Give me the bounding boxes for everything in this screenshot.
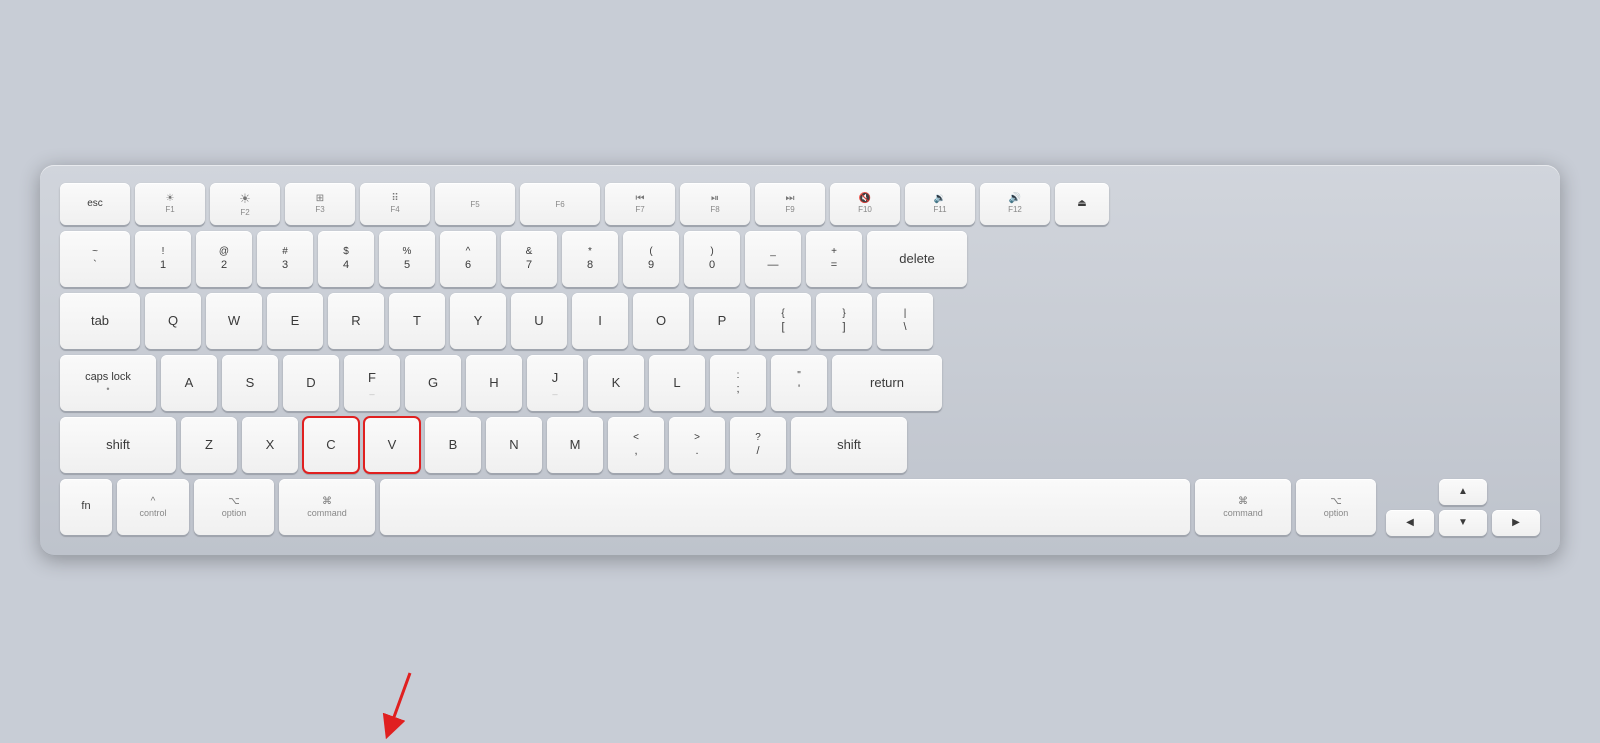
key-o[interactable]: O xyxy=(633,293,689,349)
key-e[interactable]: E xyxy=(267,293,323,349)
key-3[interactable]: # 3 xyxy=(257,231,313,287)
key-slash[interactable]: ? / xyxy=(730,417,786,473)
key-minus[interactable]: _ — xyxy=(745,231,801,287)
qwerty-row: tab Q W E R T Y U I O P { [ } ] | \ xyxy=(60,293,1540,349)
key-1[interactable]: ! 1 xyxy=(135,231,191,287)
key-period[interactable]: > . xyxy=(669,417,725,473)
key-6[interactable]: ^ 6 xyxy=(440,231,496,287)
key-rbrace[interactable]: } ] xyxy=(816,293,872,349)
key-shift-left[interactable]: shift xyxy=(60,417,176,473)
key-a[interactable]: A xyxy=(161,355,217,411)
key-control[interactable]: ^ control xyxy=(117,479,189,535)
fn-row: esc ☀ F1 ☀ F2 ⊞ F3 ⠿ F4 F5 F6 ⏮ F7 ⏯ xyxy=(60,183,1540,225)
key-r[interactable]: R xyxy=(328,293,384,349)
key-tab[interactable]: tab xyxy=(60,293,140,349)
key-f11[interactable]: 🔉 F11 xyxy=(905,183,975,225)
key-f10[interactable]: 🔇 F10 xyxy=(830,183,900,225)
key-z[interactable]: Z xyxy=(181,417,237,473)
key-f5[interactable]: F5 xyxy=(435,183,515,225)
key-command-left[interactable]: ⌘ command xyxy=(279,479,375,535)
key-p[interactable]: P xyxy=(694,293,750,349)
key-esc[interactable]: esc xyxy=(60,183,130,225)
key-i[interactable]: I xyxy=(572,293,628,349)
key-l[interactable]: L xyxy=(649,355,705,411)
bottom-row: fn ^ control ⌥ option ⌘ command ⌘ comman… xyxy=(60,479,1540,536)
key-f12[interactable]: 🔊 F12 xyxy=(980,183,1050,225)
key-arrow-up[interactable]: ▲ xyxy=(1439,479,1487,505)
key-g[interactable]: G xyxy=(405,355,461,411)
key-option-left[interactable]: ⌥ option xyxy=(194,479,274,535)
key-s[interactable]: S xyxy=(222,355,278,411)
key-space[interactable] xyxy=(380,479,1190,535)
key-arrow-left[interactable]: ◀ xyxy=(1386,510,1434,536)
key-b[interactable]: B xyxy=(425,417,481,473)
key-f7[interactable]: ⏮ F7 xyxy=(605,183,675,225)
zxcv-row: shift Z X C V B N M < , > . ? / shift xyxy=(60,417,1540,473)
key-m[interactable]: M xyxy=(547,417,603,473)
key-arrow-right[interactable]: ▶ xyxy=(1492,510,1540,536)
arrow-indicator xyxy=(380,663,450,743)
key-eject[interactable]: ⏏ xyxy=(1055,183,1109,225)
key-k[interactable]: K xyxy=(588,355,644,411)
key-delete[interactable]: delete xyxy=(867,231,967,287)
key-j[interactable]: J _ xyxy=(527,355,583,411)
key-shift-right[interactable]: shift xyxy=(791,417,907,473)
key-f3[interactable]: ⊞ F3 xyxy=(285,183,355,225)
key-x[interactable]: X xyxy=(242,417,298,473)
key-f1[interactable]: ☀ F1 xyxy=(135,183,205,225)
key-2[interactable]: @ 2 xyxy=(196,231,252,287)
key-equals[interactable]: + = xyxy=(806,231,862,287)
key-9[interactable]: ( 9 xyxy=(623,231,679,287)
key-tilde[interactable]: ~ ` xyxy=(60,231,130,287)
key-h[interactable]: H xyxy=(466,355,522,411)
key-fn[interactable]: fn xyxy=(60,479,112,535)
key-f4[interactable]: ⠿ F4 xyxy=(360,183,430,225)
key-t[interactable]: T xyxy=(389,293,445,349)
key-q[interactable]: Q xyxy=(145,293,201,349)
key-8[interactable]: * 8 xyxy=(562,231,618,287)
key-d[interactable]: D xyxy=(283,355,339,411)
key-f6[interactable]: F6 xyxy=(520,183,600,225)
asdf-row: caps lock • A S D F _ G H J _ K L : ; " … xyxy=(60,355,1540,411)
key-backslash[interactable]: | \ xyxy=(877,293,933,349)
key-u[interactable]: U xyxy=(511,293,567,349)
key-command-right[interactable]: ⌘ command xyxy=(1195,479,1291,535)
number-row: ~ ` ! 1 @ 2 # 3 $ 4 % 5 ^ 6 & 7 xyxy=(60,231,1540,287)
key-f[interactable]: F _ xyxy=(344,355,400,411)
key-semicolon[interactable]: : ; xyxy=(710,355,766,411)
key-capslock[interactable]: caps lock • xyxy=(60,355,156,411)
key-f2[interactable]: ☀ F2 xyxy=(210,183,280,225)
key-comma[interactable]: < , xyxy=(608,417,664,473)
key-option-right[interactable]: ⌥ option xyxy=(1296,479,1376,535)
key-n[interactable]: N xyxy=(486,417,542,473)
key-4[interactable]: $ 4 xyxy=(318,231,374,287)
key-5[interactable]: % 5 xyxy=(379,231,435,287)
key-v[interactable]: V xyxy=(364,417,420,473)
key-w[interactable]: W xyxy=(206,293,262,349)
key-arrow-down[interactable]: ▼ xyxy=(1439,510,1487,536)
key-return[interactable]: return xyxy=(832,355,942,411)
key-f9[interactable]: ⏭ F9 xyxy=(755,183,825,225)
key-y[interactable]: Y xyxy=(450,293,506,349)
key-f8[interactable]: ⏯ F8 xyxy=(680,183,750,225)
key-quote[interactable]: " ' xyxy=(771,355,827,411)
key-lbrace[interactable]: { [ xyxy=(755,293,811,349)
key-c[interactable]: C xyxy=(303,417,359,473)
key-0[interactable]: ) 0 xyxy=(684,231,740,287)
key-7[interactable]: & 7 xyxy=(501,231,557,287)
keyboard: esc ☀ F1 ☀ F2 ⊞ F3 ⠿ F4 F5 F6 ⏮ F7 ⏯ xyxy=(40,165,1560,556)
